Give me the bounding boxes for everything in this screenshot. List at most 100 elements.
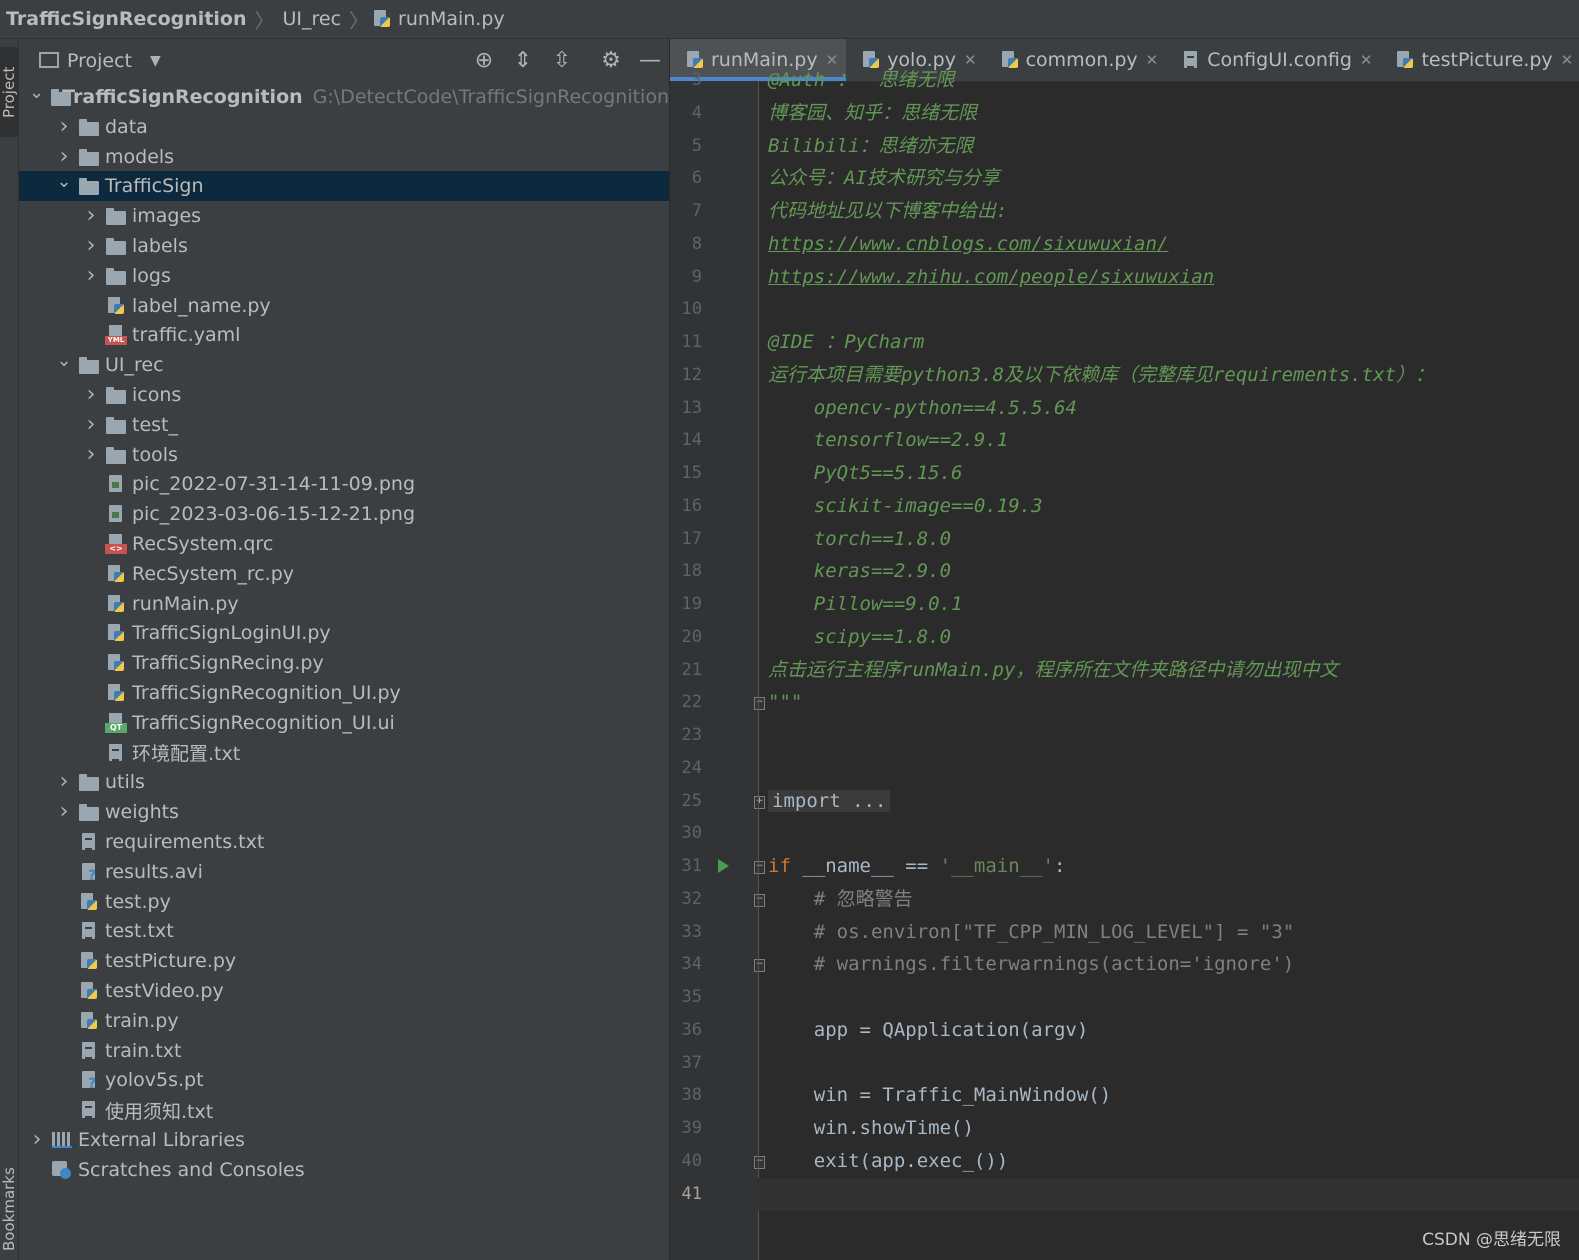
close-tab-icon[interactable]: ✕ [1360, 51, 1373, 69]
tab-label: testPicture.py [1421, 49, 1553, 71]
chevron-right-icon[interactable]: › [83, 443, 99, 465]
tree-item[interactable]: ›testPicture.py [19, 946, 669, 976]
code-token: 运行本项目需要python3.8及以下依赖库（完整库见requirements.… [768, 363, 1434, 386]
tree-item-label: traffic.yaml [132, 324, 241, 347]
tab-label: common.py [1025, 49, 1138, 71]
collapse-all-icon[interactable]: ⇳ [550, 49, 574, 73]
tree-item[interactable]: ›使用须知.txt [19, 1095, 669, 1125]
tree-item[interactable]: › tools [19, 440, 669, 470]
code-link[interactable]: https://www.cnblogs.com/sixuwuxian/ [768, 233, 1168, 255]
tree-item[interactable]: ›test.py [19, 887, 669, 917]
fold-marker-icon[interactable]: − [754, 893, 765, 907]
code-link[interactable]: https://www.zhihu.com/people/sixuwuxian [768, 266, 1214, 288]
tree-item[interactable]: ›train.py [19, 1006, 669, 1036]
close-tab-icon[interactable]: ✕ [964, 51, 977, 69]
tree-item[interactable]: ›testVideo.py [19, 976, 669, 1006]
chevron-right-icon[interactable]: › [83, 264, 99, 286]
tree-item[interactable]: ⌄ TrafficSign [19, 171, 669, 202]
project-tool-button[interactable]: Project [0, 47, 18, 137]
tree-item[interactable]: ›traffic.yaml [19, 320, 669, 350]
tree-item[interactable]: ›pic_2022-07-31-14-11-09.png [19, 469, 669, 499]
tree-item[interactable]: ›train.txt [19, 1036, 669, 1066]
tree-item[interactable]: ›RecSystem_rc.py [19, 559, 669, 589]
chevron-right-icon[interactable]: › [56, 771, 72, 793]
tree-item[interactable]: › logs [19, 261, 669, 291]
chevron-down-icon[interactable]: ⌄ [56, 352, 72, 373]
tree-item[interactable]: ›label_name.py [19, 291, 669, 321]
tree-item[interactable]: ›TrafficSignRecognition_UI.ui [19, 708, 669, 738]
line-number: 39 [681, 1118, 702, 1138]
chevron-right-icon[interactable]: › [56, 115, 72, 137]
tree-item[interactable]: › External Libraries [19, 1125, 669, 1155]
tree-item[interactable]: ›pic_2023-03-06-15-12-21.png [19, 499, 669, 529]
fold-marker-icon[interactable]: − [754, 959, 765, 973]
tree-item[interactable]: ⌄ UI_rec [19, 350, 669, 380]
project-panel-header: Project ▼ ⊕ ⇕ ⇳ ⚙ — [19, 39, 669, 83]
tree-item-label: RecSystem.qrc [132, 533, 274, 555]
tree-item[interactable]: ›requirements.txt [19, 827, 669, 857]
tree-item[interactable]: › icons [19, 380, 669, 410]
tree-item[interactable]: › weights [19, 797, 669, 827]
code-token: if [768, 855, 791, 877]
code-area[interactable]: @Auth ： 思绪无限 博客园、知乎：思绪无限 Bilibili：思绪亦无限 公众号… [758, 69, 1579, 1260]
code-line: 博客园、知乎：思绪无限 [768, 97, 977, 130]
chevron-right-icon[interactable]: › [83, 384, 99, 406]
image-file-icon [105, 474, 127, 494]
chevron-right-icon[interactable]: › [83, 413, 99, 435]
line-number: 5 [691, 135, 702, 156]
tree-item[interactable]: ›TrafficSignRecing.py [19, 648, 669, 678]
chevron-right-icon[interactable]: › [29, 1129, 45, 1151]
expand-all-icon[interactable]: ⇕ [511, 49, 535, 73]
line-number: 23 [681, 725, 702, 745]
tree-item[interactable]: ›results.avi [19, 857, 669, 887]
editor-tab[interactable]: testPicture.py ✕ [1380, 39, 1579, 81]
locate-icon[interactable]: ⊕ [472, 49, 496, 73]
editor-tab[interactable]: common.py ✕ [985, 39, 1167, 81]
tree-item[interactable]: ›TrafficSignLoginUI.py [19, 618, 669, 648]
tree-item[interactable]: ›Scratches and Consoles [19, 1155, 669, 1185]
line-number: 20 [681, 626, 702, 647]
chevron-right-icon[interactable]: › [83, 205, 99, 227]
chevron-down-icon[interactable]: ⌄ [29, 84, 44, 105]
tree-item[interactable]: ›环境配置.txt [19, 738, 669, 768]
fold-marker-icon[interactable]: + [754, 795, 765, 809]
close-tab-icon[interactable]: ✕ [1146, 51, 1159, 69]
close-tab-icon[interactable]: ✕ [1561, 51, 1574, 69]
tree-item[interactable]: › images [19, 201, 669, 231]
tree-item[interactable]: ›runMain.py [19, 589, 669, 619]
tree-item-label: requirements.txt [105, 831, 265, 853]
breadcrumb-file[interactable]: runMain.py [398, 8, 511, 30]
code-token[interactable]: import ... [768, 789, 891, 812]
editor-tab[interactable]: ConfigUI.config ✕ [1166, 39, 1380, 81]
tree-item[interactable]: ›RecSystem.qrc [19, 529, 669, 559]
tree-item-label: pic_2023-03-06-15-12-21.png [132, 503, 416, 526]
tree-item[interactable]: › test_ [19, 410, 669, 440]
fold-marker-icon[interactable]: − [754, 1155, 765, 1169]
line-number: 7 [691, 201, 702, 221]
tree-item[interactable]: ›yolov5s.pt [19, 1065, 669, 1095]
tree-item[interactable]: › data [19, 112, 669, 142]
fold-marker-icon[interactable]: − [754, 697, 765, 711]
fold-marker-icon[interactable]: − [754, 861, 765, 874]
breadcrumb-project[interactable]: TrafficSignRecognition [0, 8, 253, 30]
chevron-down-icon[interactable]: ⌄ [56, 173, 72, 194]
gear-icon[interactable]: ⚙ [599, 49, 623, 73]
chevron-down-icon[interactable]: ▼ [150, 53, 161, 69]
tree-item-label: labels [132, 235, 188, 257]
navigation-bar: TrafficSignRecognition 〉 UI_rec 〉 runMai… [0, 0, 1579, 39]
chevron-right-icon[interactable]: › [83, 235, 99, 257]
tree-item[interactable]: ›test.txt [19, 916, 669, 946]
tree-item[interactable]: ›TrafficSignRecognition_UI.py [19, 678, 669, 708]
breadcrumb-folder[interactable]: UI_rec [277, 8, 348, 30]
tree-item[interactable]: ⌄ TrafficSignRecognition G:\DetectCode\Tra… [19, 82, 669, 112]
bookmarks-tool-button[interactable]: Bookmarks [0, 1159, 18, 1259]
chevron-right-icon[interactable]: › [56, 801, 72, 823]
minimize-icon[interactable]: — [638, 49, 662, 73]
run-icon[interactable] [718, 859, 729, 873]
code-token: # os.environ["TF_CPP_MIN_LOG_LEVEL"] = "… [768, 920, 1295, 943]
tree-item[interactable]: › labels [19, 231, 669, 261]
tree-item[interactable]: › utils [19, 767, 669, 797]
tree-item[interactable]: › models [19, 142, 669, 172]
project-view-selector[interactable]: Project [67, 50, 132, 72]
chevron-right-icon[interactable]: › [56, 145, 72, 167]
